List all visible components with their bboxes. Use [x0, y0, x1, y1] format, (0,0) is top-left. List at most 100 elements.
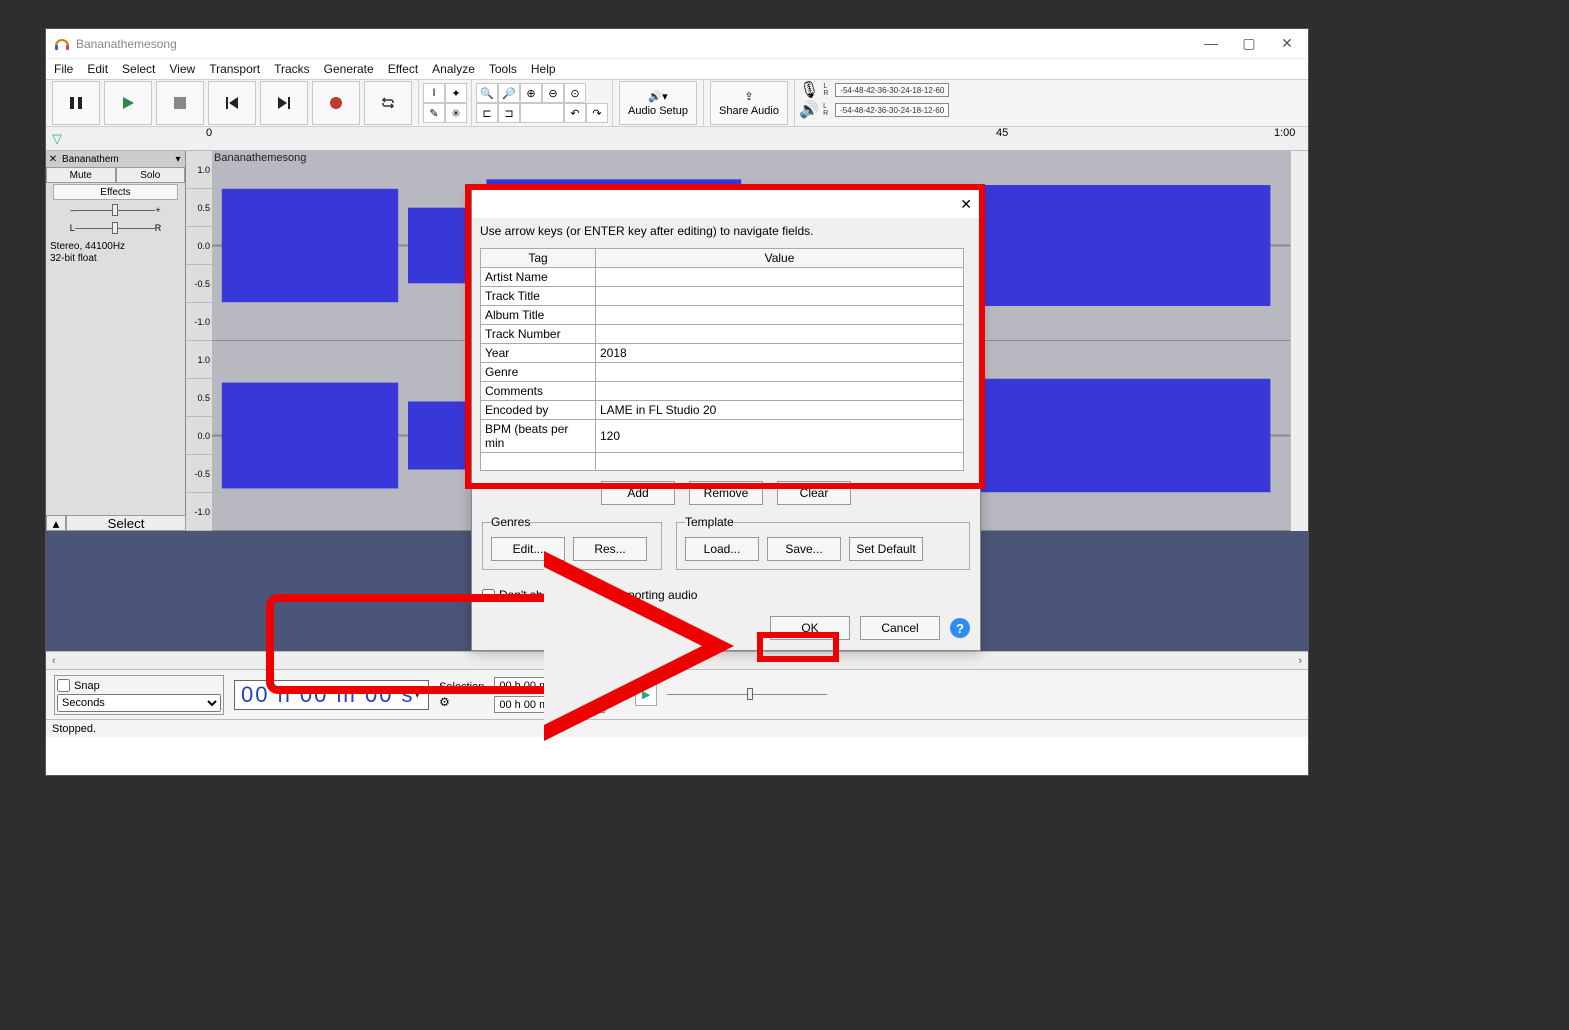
reset-genres-button[interactable]: Res... [573, 537, 647, 561]
toolbar: I ✦ ✎ ✳ 🔍 🔎 ⊕ ⊖ ⊙ ⊏ [46, 79, 1308, 127]
titlebar: Bananathemesong — ▢ ✕ [46, 29, 1308, 59]
record-button[interactable] [312, 81, 360, 125]
selection-label: Selection [439, 681, 484, 693]
skip-end-button[interactable] [260, 81, 308, 125]
table-row: BPM (beats per min120 [481, 420, 964, 453]
zoom-toggle-icon[interactable]: ⊙ [564, 83, 586, 103]
load-template-button[interactable]: Load... [685, 537, 759, 561]
tags-table: TagValue Artist Name Track Title Album T… [480, 248, 964, 471]
zoom-in-icon[interactable]: 🔍 [476, 83, 498, 103]
help-icon[interactable]: ? [950, 618, 970, 638]
redo-button[interactable]: ↷ [586, 103, 608, 123]
main-time-display[interactable]: 00 h 00 m 00 s▾ [234, 680, 429, 710]
audio-setup-button[interactable]: 🔊▾ Audio Setup [619, 81, 697, 125]
selection-end-time[interactable]: 00 h 00 m 00.000 s▾ [494, 696, 605, 713]
horizontal-scrollbar[interactable]: ‹› [46, 651, 1308, 669]
table-row: Comments [481, 382, 964, 401]
skip-start-button[interactable] [208, 81, 256, 125]
snap-unit-select[interactable]: Seconds [57, 694, 221, 712]
add-button[interactable]: Add [601, 481, 675, 505]
menu-tools[interactable]: Tools [489, 62, 517, 76]
minimize-button[interactable]: — [1202, 35, 1220, 52]
playhead-icon[interactable]: ▽ [52, 131, 62, 147]
remove-button[interactable]: Remove [689, 481, 763, 505]
dialog-titlebar: ✕ [472, 190, 980, 218]
table-row: Track Title [481, 287, 964, 306]
stop-button[interactable] [156, 81, 204, 125]
close-button[interactable]: ✕ [1278, 35, 1296, 52]
menu-view[interactable]: View [169, 62, 195, 76]
pan-slider[interactable]: LR [46, 219, 185, 237]
window-title: Bananathemesong [76, 37, 1202, 51]
table-row: Track Number [481, 325, 964, 344]
loop-button[interactable] [364, 81, 412, 125]
metadata-dialog: ✕ Use arrow keys (or ENTER key after edi… [471, 189, 981, 651]
effects-button[interactable]: Effects [53, 184, 178, 200]
track-name-label: Bananathemesong [214, 152, 306, 164]
menu-edit[interactable]: Edit [87, 62, 108, 76]
maximize-button[interactable]: ▢ [1240, 35, 1258, 52]
mute-button[interactable]: Mute [46, 167, 116, 183]
share-audio-button[interactable]: ⇪ Share Audio [710, 81, 788, 125]
table-row: Genre [481, 363, 964, 382]
selection-start-time[interactable]: 00 h 00 m 00.000 s▾ [494, 677, 605, 694]
trim-icon[interactable]: ⊏ [476, 103, 498, 123]
menu-tracks[interactable]: Tracks [274, 62, 310, 76]
ok-button[interactable]: OK [770, 616, 850, 640]
track-select-button[interactable]: Select [66, 515, 186, 531]
vertical-scrollbar[interactable] [1290, 151, 1308, 531]
play-at-speed-button[interactable]: ▶ [635, 684, 657, 706]
menu-generate[interactable]: Generate [324, 62, 374, 76]
zoom-out-icon[interactable]: 🔎 [498, 83, 520, 103]
spacer [520, 103, 564, 123]
dialog-hint: Use arrow keys (or ENTER key after editi… [472, 218, 980, 244]
fit-selection-icon[interactable]: ⊕ [520, 83, 542, 103]
table-row: Artist Name [481, 268, 964, 287]
mic-icon[interactable]: 🎙 [799, 80, 819, 100]
pause-button[interactable] [52, 81, 100, 125]
recording-meter[interactable]: -54-48-42-36-30-24-18-12-60 [835, 83, 949, 97]
draw-tool[interactable]: ✎ [423, 103, 445, 123]
track-menu-dropdown[interactable]: ▾ [171, 154, 185, 165]
selection-tool[interactable]: I [423, 83, 445, 103]
track-close-button[interactable]: ✕ [46, 154, 60, 165]
playback-speaker-icon[interactable]: 🔊 [799, 100, 819, 120]
snap-checkbox[interactable] [57, 679, 70, 692]
track-name-short: Bananathem [60, 154, 171, 165]
fit-project-icon[interactable]: ⊖ [542, 83, 564, 103]
status-bar: Stopped. [46, 719, 1308, 737]
envelope-tool[interactable]: ✦ [445, 83, 467, 103]
set-default-button[interactable]: Set Default [849, 537, 923, 561]
menu-bar: File Edit Select View Transport Tracks G… [46, 59, 1308, 79]
silence-icon[interactable]: ⊐ [498, 103, 520, 123]
solo-button[interactable]: Solo [116, 167, 186, 183]
bottom-toolbar: Snap Seconds 00 h 00 m 00 s▾ Selection ⚙… [46, 669, 1308, 719]
snap-panel: Snap Seconds [54, 675, 224, 715]
menu-transport[interactable]: Transport [209, 62, 260, 76]
gain-slider[interactable]: –+ [46, 201, 185, 219]
play-button[interactable] [104, 81, 152, 125]
collapse-button[interactable]: ▴ [46, 515, 66, 531]
menu-select[interactable]: Select [122, 62, 155, 76]
playback-meter[interactable]: -54-48-42-36-30-24-18-12-60 [835, 103, 949, 117]
menu-help[interactable]: Help [531, 62, 556, 76]
dont-show-label: Don't show this when exporting audio [499, 588, 697, 602]
dont-show-checkbox[interactable] [482, 589, 495, 602]
app-icon [54, 36, 70, 52]
menu-effect[interactable]: Effect [388, 62, 418, 76]
gear-icon[interactable]: ⚙ [439, 695, 484, 709]
cancel-button[interactable]: Cancel [860, 616, 940, 640]
speaker-icon: 🔊▾ [648, 90, 667, 103]
clear-button[interactable]: Clear [777, 481, 851, 505]
menu-file[interactable]: File [54, 62, 73, 76]
save-template-button[interactable]: Save... [767, 537, 841, 561]
table-row: Year2018 [481, 344, 964, 363]
dialog-close-button[interactable]: ✕ [960, 196, 972, 213]
timeline-ruler[interactable]: ▽ 0 45 1:00 [46, 127, 1308, 151]
app-window: Bananathemesong — ▢ ✕ File Edit Select V… [45, 28, 1309, 776]
playback-speed-slider[interactable] [667, 686, 827, 704]
menu-analyze[interactable]: Analyze [432, 62, 475, 76]
multi-tool[interactable]: ✳ [445, 103, 467, 123]
edit-genres-button[interactable]: Edit... [491, 537, 565, 561]
undo-button[interactable]: ↶ [564, 103, 586, 123]
